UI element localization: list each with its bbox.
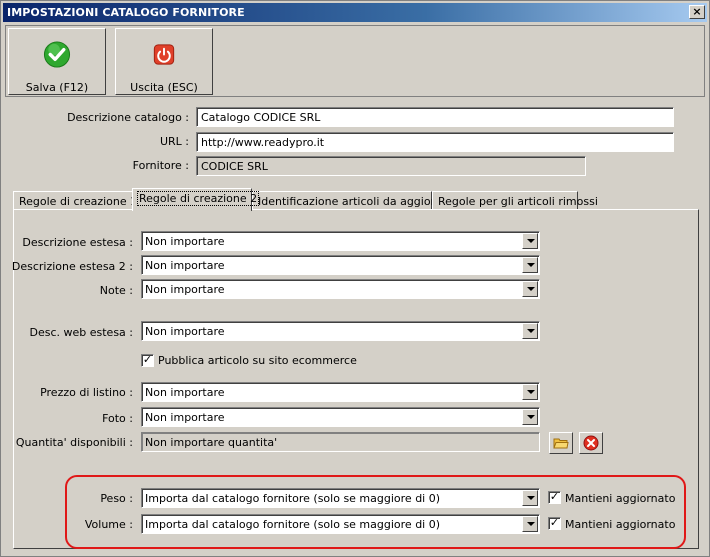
tab-regole-creazione-2[interactable]: Regole di creazione 2: [132, 188, 260, 211]
dropdown-arrow-icon[interactable]: [522, 323, 538, 339]
tab-identificazione-articoli[interactable]: Identificazione articoli da aggiornare: [252, 191, 460, 211]
exit-button-label: Uscita (ESC): [130, 81, 198, 94]
quantita-disponibili-label: Quantita' disponibili :: [15, 436, 133, 449]
save-button[interactable]: Salva (F12): [8, 28, 106, 95]
checkmark-icon: ✓: [549, 490, 560, 503]
peso-mantieni-checkbox[interactable]: ✓: [548, 491, 561, 504]
tab-label: Regole di creazione 1: [19, 195, 138, 208]
clear-button[interactable]: [579, 432, 603, 454]
select-value: Importa dal catalogo fornitore (solo se …: [145, 518, 441, 531]
url-input[interactable]: http://www.readypro.it: [196, 132, 674, 152]
tab-regole-articoli-rimossi[interactable]: Regole per gli articoli rimossi: [432, 191, 598, 211]
note-label: Note :: [99, 284, 133, 297]
select-value: Non importare: [145, 259, 225, 272]
select-value: Non importare: [145, 283, 225, 296]
save-button-label: Salva (F12): [25, 81, 89, 94]
pubblica-checkbox[interactable]: ✓: [141, 354, 154, 367]
checkmark-icon: ✓: [549, 516, 560, 529]
descrizione-catalogo-input[interactable]: Catalogo CODICE SRL: [196, 107, 674, 127]
descrizione-estesa-select[interactable]: Non importare: [141, 231, 540, 251]
select-value: Non importare: [145, 235, 225, 248]
descrizione-estesa-label: Descrizione estesa :: [22, 236, 133, 249]
pubblica-label: Pubblica articolo su sito ecommerce: [158, 354, 357, 367]
fornitore-label: Fornitore :: [132, 159, 189, 172]
dropdown-arrow-icon[interactable]: [522, 384, 538, 400]
toolbar: Salva (F12) Uscita (ESC): [5, 25, 705, 97]
dropdown-arrow-icon[interactable]: [522, 281, 538, 297]
checkmark-icon: ✓: [142, 353, 153, 366]
peso-select[interactable]: Importa dal catalogo fornitore (solo se …: [141, 488, 540, 508]
foto-label: Foto :: [102, 412, 133, 425]
volume-label: Volume :: [84, 518, 133, 531]
dropdown-arrow-icon[interactable]: [522, 257, 538, 273]
dialog-window: IMPOSTAZIONI CATALOGO FORNITORE × Salva …: [0, 0, 710, 557]
select-value: Non importare: [145, 411, 225, 424]
note-select[interactable]: Non importare: [141, 279, 540, 299]
tab-label: Regole per gli articoli rimossi: [438, 195, 598, 208]
delete-icon: [583, 435, 599, 451]
folder-icon: [553, 438, 569, 449]
dropdown-arrow-icon[interactable]: [522, 516, 538, 532]
window-title: IMPOSTAZIONI CATALOGO FORNITORE: [7, 6, 245, 19]
fornitore-field: CODICE SRL: [196, 156, 586, 176]
title-bar: IMPOSTAZIONI CATALOGO FORNITORE ×: [3, 3, 707, 22]
power-icon: [153, 44, 175, 65]
peso-label: Peso :: [100, 492, 133, 505]
desc-web-estesa-select[interactable]: Non importare: [141, 321, 540, 341]
select-value: Non importare: [145, 386, 225, 399]
descrizione-estesa-2-select[interactable]: Non importare: [141, 255, 540, 275]
dropdown-arrow-icon[interactable]: [522, 490, 538, 506]
prezzo-listino-label: Prezzo di listino :: [40, 386, 133, 399]
select-value: Non importare: [145, 325, 225, 338]
volume-mantieni-label: Mantieni aggiornato: [565, 518, 676, 531]
check-icon: [43, 41, 71, 68]
tab-regole-creazione-1[interactable]: Regole di creazione 1: [13, 191, 137, 211]
prezzo-listino-select[interactable]: Non importare: [141, 382, 540, 402]
tab-label: Identificazione articoli da aggiornare: [258, 195, 460, 208]
volume-select[interactable]: Importa dal catalogo fornitore (solo se …: [141, 514, 540, 534]
volume-mantieni-checkbox[interactable]: ✓: [548, 517, 561, 530]
field-value: Non importare quantita': [145, 436, 278, 449]
quantita-disponibili-field: Non importare quantita': [141, 432, 540, 452]
dropdown-arrow-icon[interactable]: [522, 233, 538, 249]
close-icon: ×: [692, 5, 702, 18]
descrizione-catalogo-label: Descrizione catalogo :: [67, 111, 189, 124]
open-folder-button[interactable]: [549, 432, 573, 454]
peso-mantieni-label: Mantieni aggiornato: [565, 492, 676, 505]
url-label: URL :: [159, 135, 189, 148]
select-value: Importa dal catalogo fornitore (solo se …: [145, 492, 441, 505]
tab-label: Regole di creazione 2: [136, 191, 260, 206]
desc-web-estesa-label: Desc. web estesa :: [29, 326, 133, 339]
foto-select[interactable]: Non importare: [141, 407, 540, 427]
close-button[interactable]: ×: [689, 5, 705, 19]
exit-button[interactable]: Uscita (ESC): [115, 28, 213, 95]
dropdown-arrow-icon[interactable]: [522, 409, 538, 425]
descrizione-estesa-2-label: Descrizione estesa 2 :: [11, 260, 133, 273]
